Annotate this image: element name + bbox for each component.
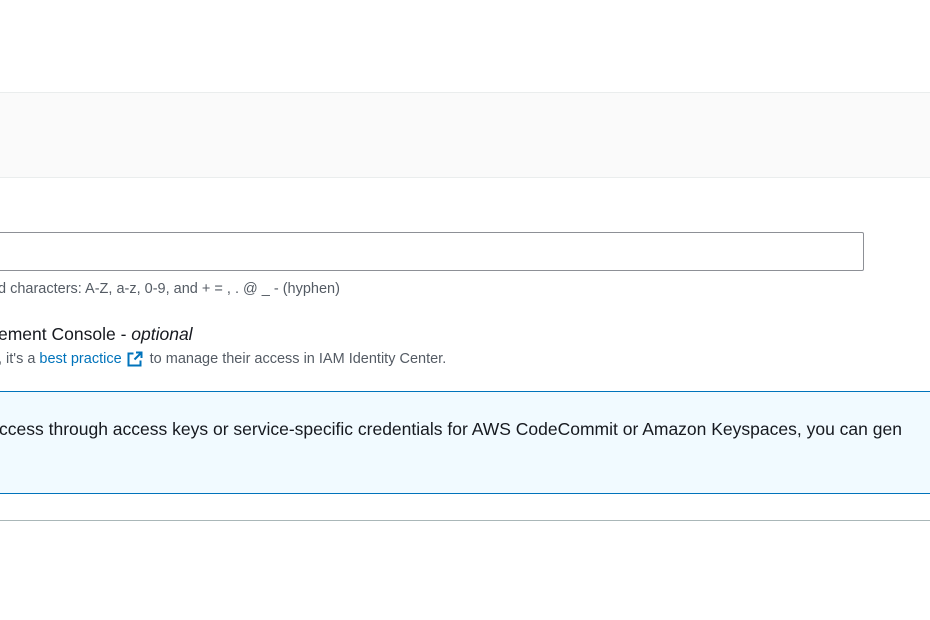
external-link-icon[interactable] xyxy=(126,350,144,368)
optional-label: optional xyxy=(131,324,193,344)
console-access-description: , it's a best practice to manage their a… xyxy=(0,350,446,368)
description-prefix: , it's a xyxy=(0,351,36,367)
user-name-constraint-text: d characters: A-Z, a-z, 0-9, and + = , .… xyxy=(0,281,340,297)
user-name-input[interactable] xyxy=(0,232,864,271)
console-access-label-text: ement Console - xyxy=(0,324,132,344)
console-access-label: ement Console - optional xyxy=(0,324,193,345)
info-alert-text: ccess through access keys or service-spe… xyxy=(0,419,902,439)
panel-header xyxy=(0,92,930,178)
best-practice-link[interactable]: best practice xyxy=(39,351,121,367)
divider xyxy=(0,520,930,521)
description-suffix: to manage their access in IAM Identity C… xyxy=(149,351,447,367)
info-alert: ccess through access keys or service-spe… xyxy=(0,391,930,494)
